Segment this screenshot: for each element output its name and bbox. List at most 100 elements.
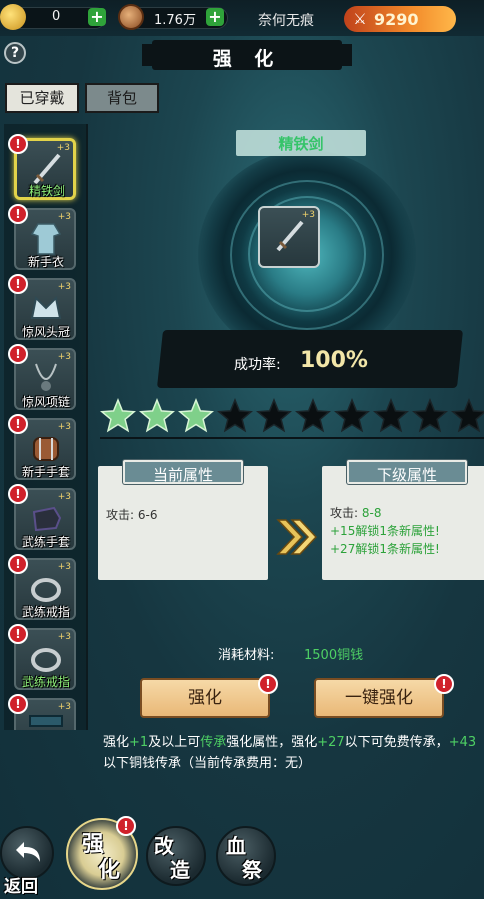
next-attack: 攻击: 8-8	[330, 504, 381, 521]
star-empty-icon	[451, 398, 484, 433]
tab-equipped[interactable]: 已穿戴	[5, 83, 79, 113]
crown-icon	[30, 295, 62, 319]
equipment-label: 武练戒指	[21, 675, 70, 689]
page-title: 强 化	[212, 48, 282, 70]
alert-badge: !	[8, 694, 28, 714]
enhance-button[interactable]: 强化	[140, 678, 270, 718]
back-label: 返回	[4, 877, 38, 897]
next-attributes-panel: 下级属性 攻击: 8-8 +15解锁1条新属性! +27解锁1条新属性!	[322, 460, 484, 580]
nav-tab-char: 化	[98, 858, 121, 883]
enhance-level: +3	[56, 143, 70, 153]
alert-badge: !	[8, 134, 28, 154]
cost-label: 消耗材料:	[218, 648, 275, 663]
enhance-level: +3	[57, 702, 71, 712]
equipment-label: 惊风头冠	[21, 325, 70, 339]
gold-value: 0	[52, 9, 61, 24]
alert-badge: !	[8, 484, 28, 504]
next-attack-value: 8-8	[361, 506, 382, 520]
desc-text: 以下可免费传承，	[344, 735, 449, 750]
success-rate-value: 100%	[300, 348, 368, 373]
star-empty-icon	[412, 398, 448, 433]
item-slot[interactable]: +3	[258, 206, 320, 268]
tab-backpack[interactable]: 背包	[85, 83, 159, 113]
ring-icon	[31, 648, 61, 672]
star-filled-icon	[139, 398, 175, 433]
nav-tab-reforge[interactable]: 改 造	[146, 826, 206, 886]
add-coin-button[interactable]: +	[206, 8, 224, 26]
stars-divider	[100, 437, 484, 439]
equipment-label: 惊风项链	[21, 395, 70, 409]
robe-icon	[30, 223, 62, 255]
necklace-icon	[35, 363, 57, 391]
alert-badge: !	[8, 344, 28, 364]
star-empty-icon	[373, 398, 409, 433]
star-empty-icon	[295, 398, 331, 433]
glove-icon	[32, 506, 62, 532]
chevron-right-icon	[276, 519, 318, 555]
desc-text: 强化属性，强化	[226, 735, 318, 750]
star-empty-icon	[334, 398, 370, 433]
current-attributes-panel: 当前属性 攻击: 6-6	[98, 460, 268, 580]
copper-coin-icon	[118, 4, 144, 30]
unlock-line: +27解锁1条新属性!	[330, 542, 440, 556]
desc-text: 强化	[103, 735, 130, 750]
enhance-level: +3	[57, 492, 71, 502]
crossed-swords-icon: ⚔	[353, 10, 367, 28]
player-name: 奈何无痕	[258, 13, 314, 29]
next-attack-label: 攻击:	[330, 506, 359, 520]
nav-tab-char: 祭	[242, 858, 262, 882]
success-rate-label: 成功率:	[234, 357, 281, 373]
enhance-level: +3	[57, 632, 71, 642]
coin-value: 1.76万	[154, 13, 196, 28]
add-gold-button[interactable]: +	[88, 8, 106, 26]
help-button[interactable]: ?	[4, 42, 26, 64]
gold-ingot-icon	[0, 4, 26, 30]
alert-badge: !	[8, 414, 28, 434]
combat-power-badge: ⚔ 9290	[344, 6, 456, 32]
item-enhance-level: +3	[301, 210, 315, 220]
alert-badge: !	[8, 554, 28, 574]
enhance-level: +3	[57, 352, 71, 362]
enhance-level: +3	[57, 282, 71, 292]
alert-badge: !	[8, 624, 28, 644]
next-attributes-header: 下级属性	[347, 460, 467, 484]
desc-highlight: +27	[317, 735, 345, 750]
current-attributes-title: 当前属性	[152, 466, 213, 484]
enhance-level: +3	[57, 562, 71, 572]
alert-badge: !	[434, 674, 454, 694]
next-attributes-title: 下级属性	[376, 466, 437, 484]
enhance-stars	[100, 398, 484, 436]
equipment-label: 新手手套	[21, 465, 70, 479]
desc-text: 以下铜钱传承（当前传承费用：无）	[103, 756, 312, 771]
equipment-list[interactable]: +3 精铁剑 ! +3 新手衣 ! +3 惊风头冠 ! +3 惊风项链 ! +3…	[4, 124, 88, 730]
inheritance-description: 强化+1及以上可传承强化属性，强化+27以下可免费传承，+43 以下铜钱传承（当前…	[103, 732, 483, 774]
nav-tab-char: 造	[170, 858, 190, 882]
return-arrow-icon	[16, 842, 40, 862]
current-attributes-header: 当前属性	[123, 460, 243, 484]
star-empty-icon	[217, 398, 253, 433]
item-name: 精铁剑	[278, 135, 324, 153]
equipment-label: 武练手套	[21, 535, 70, 549]
alert-badge: !	[258, 674, 278, 694]
equipment-label: 精铁剑	[28, 184, 65, 198]
enhance-level: +3	[57, 422, 71, 432]
star-empty-icon	[256, 398, 292, 433]
alert-badge: !	[116, 816, 136, 836]
current-attack: 攻击: 6-6	[106, 508, 158, 522]
cost-value: 1500铜钱	[304, 648, 364, 663]
alert-badge: !	[8, 204, 28, 224]
equipment-label: 武练戒指	[21, 605, 70, 619]
desc-highlight: 传承	[200, 735, 227, 750]
equipment-label: 新手衣	[27, 255, 64, 269]
star-filled-icon	[100, 398, 136, 433]
unlock-line: +15解锁1条新属性!	[330, 524, 440, 538]
ring-icon	[31, 578, 61, 602]
nav-tab-blood-sacrifice[interactable]: 血 祭	[216, 826, 276, 886]
combat-power-value: 9290	[374, 10, 419, 29]
desc-highlight: +43	[448, 735, 477, 750]
desc-highlight: +1	[129, 735, 149, 750]
one-click-enhance-button[interactable]: 一键强化	[314, 678, 444, 718]
alert-badge: !	[8, 274, 28, 294]
star-filled-icon	[178, 398, 214, 433]
sword-icon	[276, 220, 304, 252]
